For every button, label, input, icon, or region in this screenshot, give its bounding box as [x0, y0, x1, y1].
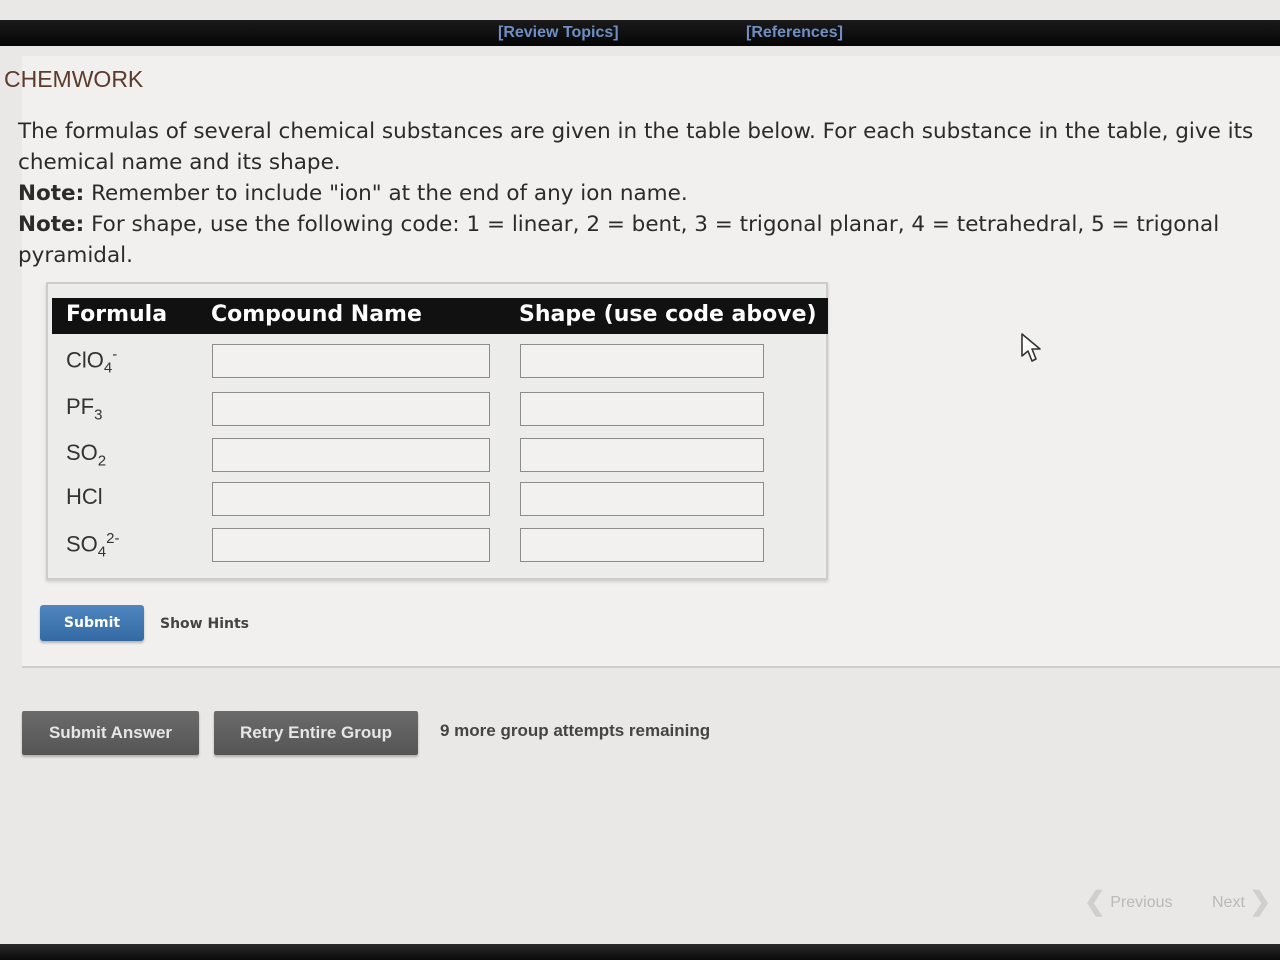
- formula-base: ClO: [66, 347, 104, 373]
- formula-base: HCl: [66, 484, 103, 509]
- compound-name-input[interactable]: [212, 438, 490, 472]
- formula-charge: 2-: [106, 530, 120, 547]
- compound-name-input[interactable]: [212, 528, 490, 562]
- show-hints-link[interactable]: Show Hints: [160, 616, 249, 632]
- note-1-text: Remember to include "ion" at the end of …: [84, 181, 688, 206]
- top-nav-bar: [Review Topics] [References]: [0, 20, 1280, 46]
- table-row: SO2: [48, 434, 828, 478]
- attempts-remaining: 9 more group attempts remaining: [440, 721, 711, 740]
- table-header: Formula Compound Name Shape (use code ab…: [52, 298, 828, 334]
- compound-name-input[interactable]: [212, 482, 490, 516]
- formula-header: Formula: [66, 302, 168, 327]
- formula-subscript: 2: [97, 452, 107, 470]
- mouse-pointer-icon: [1021, 333, 1041, 362]
- shape-input[interactable]: [520, 344, 764, 378]
- table-row: PF3: [48, 388, 828, 432]
- shape-input[interactable]: [520, 438, 764, 472]
- formula-base: SO: [66, 440, 98, 465]
- prompt-intro: The formulas of several chemical substan…: [18, 119, 1254, 175]
- formula-charge: -: [112, 346, 118, 363]
- formula-base: SO: [66, 531, 98, 557]
- table-row: SO42-: [48, 524, 828, 568]
- formula-base: PF: [66, 394, 95, 419]
- shape-input[interactable]: [520, 482, 764, 516]
- submit-answer-button[interactable]: Submit Answer: [22, 711, 199, 755]
- bottom-bar: [0, 944, 1280, 960]
- question-prompt: The formulas of several chemical substan…: [18, 116, 1268, 271]
- references-link[interactable]: [References]: [746, 24, 843, 42]
- note-2-text: For shape, use the following code: 1 = l…: [18, 212, 1220, 268]
- shape-header: Shape (use code above): [519, 302, 817, 327]
- chevron-left-icon: ❮: [1084, 886, 1106, 916]
- formula-cell: SO2: [66, 440, 106, 469]
- formula-subscript: 3: [94, 406, 103, 424]
- compound-name-input[interactable]: [212, 344, 490, 378]
- formula-subscript: 4: [97, 543, 107, 561]
- note-label: Note:: [18, 212, 85, 237]
- previous-label: Previous: [1110, 894, 1173, 911]
- table-row: ClO4-: [48, 340, 828, 384]
- review-topics-link[interactable]: [Review Topics]: [498, 24, 619, 42]
- chemwork-title: CHEMWORK: [4, 66, 144, 92]
- formula-cell: ClO4-: [66, 346, 117, 377]
- note-1: Note: Remember to include "ion" at the e…: [18, 178, 1268, 209]
- next-button[interactable]: Next ❯: [1212, 886, 1271, 917]
- compound-name-header: Compound Name: [211, 302, 422, 327]
- chevron-right-icon: ❯: [1249, 886, 1272, 916]
- formula-cell: HCl: [66, 484, 103, 510]
- shape-input[interactable]: [520, 392, 764, 426]
- note-label: Note:: [18, 181, 85, 206]
- note-2: Note: For shape, use the following code:…: [18, 209, 1268, 271]
- compound-name-input[interactable]: [212, 392, 490, 426]
- next-label: Next: [1212, 894, 1245, 911]
- formula-cell: PF3: [66, 394, 102, 423]
- retry-entire-group-button[interactable]: Retry Entire Group: [214, 711, 418, 755]
- table-row: HCl: [48, 478, 828, 522]
- answer-table: Formula Compound Name Shape (use code ab…: [46, 282, 828, 580]
- submit-button[interactable]: Submit: [40, 605, 144, 641]
- previous-button[interactable]: ❮ Previous: [1084, 886, 1173, 917]
- formula-cell: SO42-: [66, 530, 119, 561]
- shape-input[interactable]: [520, 528, 764, 562]
- formula-subscript: 4: [103, 359, 113, 377]
